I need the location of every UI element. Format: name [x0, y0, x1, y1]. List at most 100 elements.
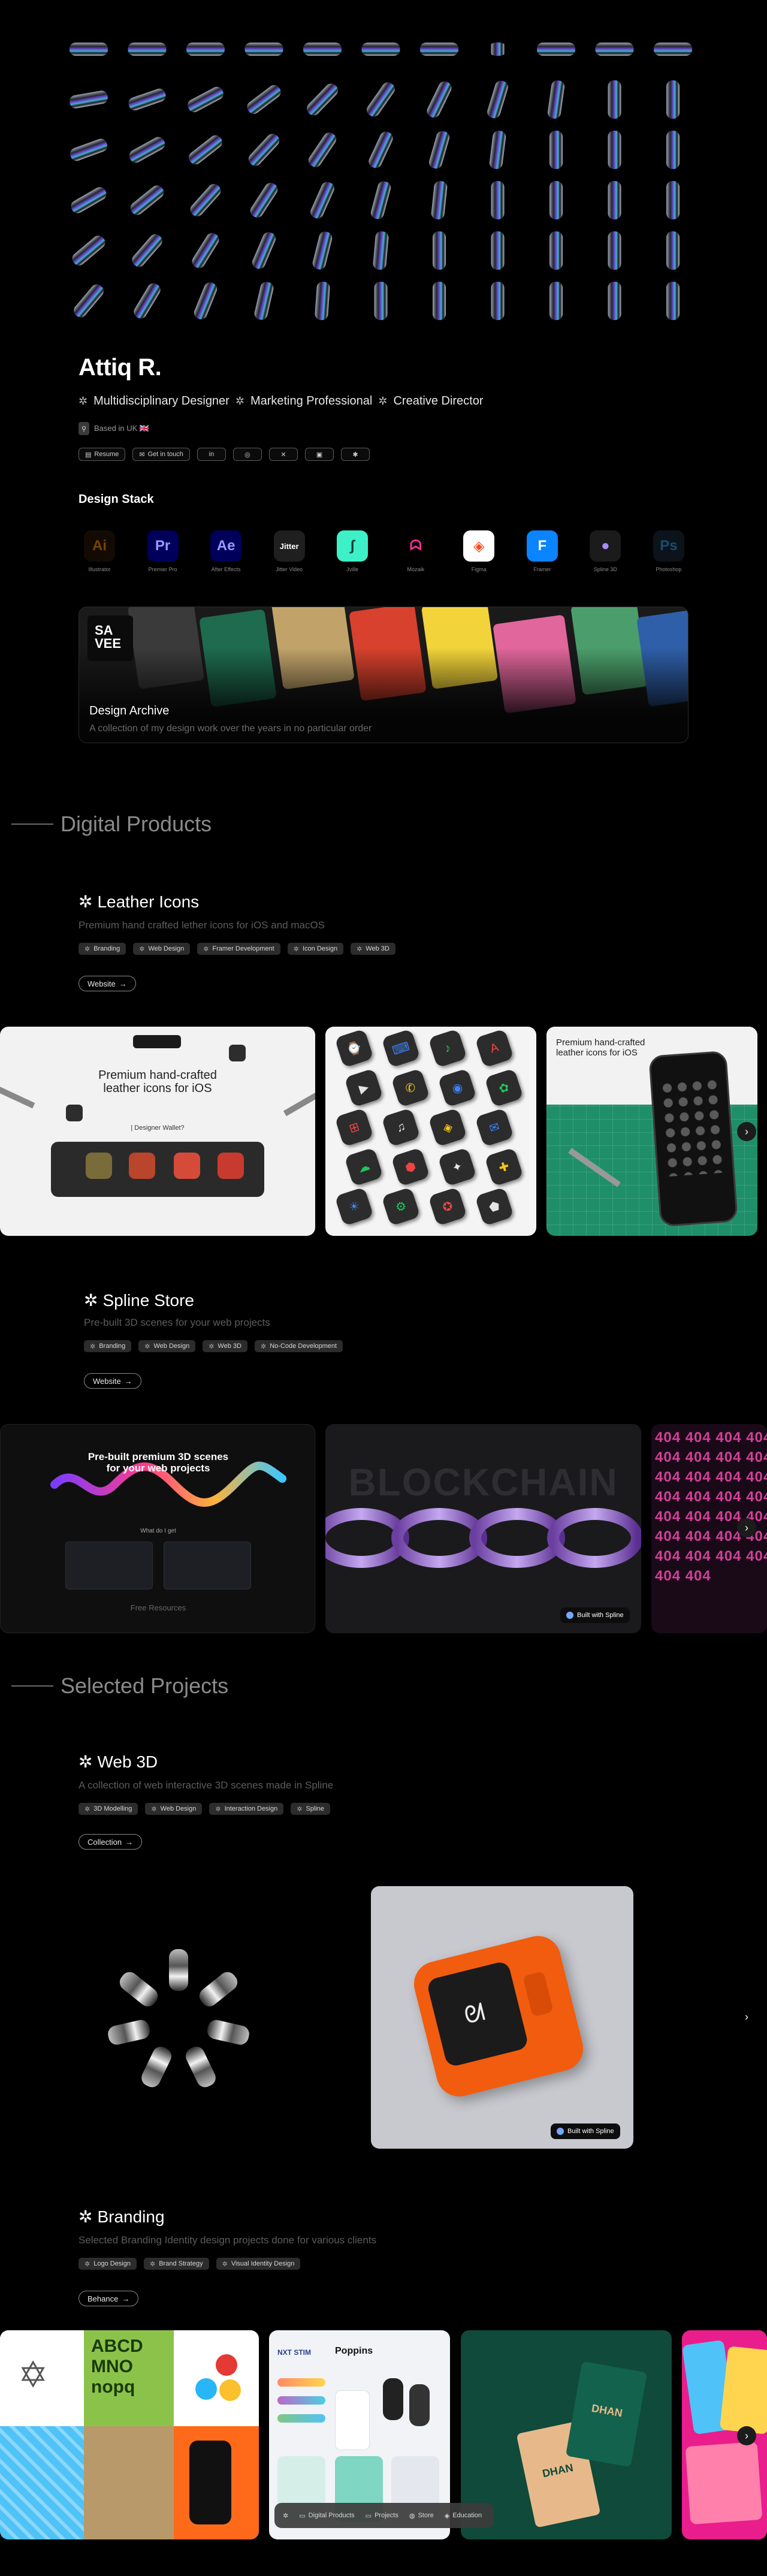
- stack-tool[interactable]: ◈ Figma: [458, 530, 500, 572]
- leather-card-3[interactable]: Premium hand-crafted leather icons for i…: [546, 1027, 757, 1236]
- built-with-spline-badge[interactable]: Built with Spline: [560, 1607, 630, 1623]
- tag: ✲ Web Design: [145, 1803, 203, 1815]
- leather-card-1[interactable]: Premium hand-crafted leather icons for i…: [0, 1027, 315, 1236]
- hero-tube: [666, 131, 680, 169]
- stack-tool-icon: Pr: [147, 530, 179, 562]
- hero-tube: [373, 231, 389, 270]
- nxt-stim-brand: NXT STIM: [277, 2348, 311, 2357]
- asterisk-icon: ✲: [203, 945, 209, 953]
- hero-tube: [189, 135, 222, 165]
- layers-icon: ▭: [299, 2512, 306, 2520]
- branding-letters: ABCD MNO nopq: [84, 2330, 174, 2426]
- hero-tube: [315, 281, 330, 321]
- stack-tool[interactable]: ᗣ Mozaik: [395, 530, 437, 572]
- stack-tool[interactable]: Ae After Effects: [205, 530, 247, 572]
- hero-tube: [248, 134, 280, 166]
- web3d-card-2[interactable]: ᘛ Built with Spline: [371, 1886, 633, 2149]
- spline-card-2[interactable]: BLOCKCHAIN Built with Spline: [325, 1424, 641, 1633]
- chevron-right-icon: ›: [745, 2010, 748, 2023]
- spline-card-1[interactable]: Pre-built premium 3D scenes for your web…: [0, 1424, 315, 1633]
- read-cv-button[interactable]: ▣: [304, 448, 334, 461]
- chrome-tube: [108, 2020, 150, 2045]
- asterisk-icon[interactable]: ✲: [283, 2512, 288, 2520]
- hero-tube: [549, 131, 563, 169]
- linkedin-button[interactable]: in: [197, 448, 226, 461]
- hero-tube: [303, 43, 342, 56]
- stack-tool-icon: F: [526, 530, 558, 562]
- asterisk-icon: ✲: [297, 1805, 303, 1813]
- hero-tube: [666, 282, 680, 320]
- web3d-next-button[interactable]: ›: [737, 2007, 756, 2026]
- phone-mockup: [189, 2441, 231, 2524]
- asterisk-icon: ✲: [78, 395, 88, 407]
- design-stack-title: Design Stack: [78, 493, 154, 506]
- stack-tool[interactable]: ∫ Jville: [331, 530, 373, 572]
- arrow-right-icon: →: [125, 1837, 134, 1847]
- stack-tool[interactable]: Pr Premier Pro: [142, 530, 184, 572]
- hero-tube: [428, 131, 450, 169]
- arrow-right-icon: →: [119, 979, 127, 988]
- get-in-touch-button[interactable]: ✉ Get in touch: [132, 448, 190, 461]
- tag: ✲ No-Code Development: [254, 1340, 343, 1352]
- resume-button[interactable]: ▤ Resume: [78, 448, 126, 461]
- spline-logo-icon: [566, 1612, 573, 1619]
- asterisk-icon: ✲: [84, 945, 90, 953]
- hero-tube: [70, 43, 108, 56]
- stack-tool-label: Jitter Video: [276, 566, 303, 572]
- design-archive-card[interactable]: SA VEE Design Archive A collection of my …: [78, 607, 689, 743]
- leather-card-2[interactable]: ⌚ ⌨ ♪ A ▶ ✆ ◉ ✿ ⊞ ♫ ◈ ✉ ☁ ⬢ ✦ ✚ ☀ ⚙ ✪ ⬟: [325, 1027, 536, 1236]
- leather-website-button[interactable]: Website →: [78, 976, 136, 991]
- nav-digital-products[interactable]: ▭ Digital Products: [299, 2512, 354, 2520]
- stack-tool[interactable]: Jitter Jitter Video: [268, 530, 310, 572]
- asterisk-icon: ✲: [215, 1805, 221, 1813]
- chrome-tube: [169, 1949, 188, 1991]
- nav-store[interactable]: ◍ Store: [409, 2512, 434, 2520]
- hero-tube: [70, 138, 108, 161]
- branding-card-1[interactable]: ✡ ABCD MNO nopq: [0, 2330, 259, 2539]
- hero-tube: [427, 81, 452, 118]
- hero-tube: [244, 43, 283, 56]
- archive-subtitle: A collection of my design work over the …: [89, 723, 372, 734]
- chain-graphic: [325, 1508, 641, 1568]
- spline-website-button[interactable]: Website →: [84, 1373, 141, 1389]
- location-text: Based in UK 🇬🇧: [94, 424, 150, 433]
- design-stack: Ai Illustrator Pr Premier Pro Ae After Effect…: [78, 530, 690, 572]
- stack-tool[interactable]: ● Spline 3D: [584, 530, 626, 572]
- stack-tool-icon: ∫: [337, 530, 369, 562]
- nav-education[interactable]: ◈ Education: [445, 2512, 482, 2520]
- dribbble-button[interactable]: ✱: [340, 448, 370, 461]
- stack-tool-label: Jville: [346, 566, 359, 572]
- leather-next-button[interactable]: ›: [737, 1122, 756, 1141]
- stack-tool[interactable]: Ps Photoshop: [648, 530, 690, 572]
- leather-app-icon: ✚: [484, 1147, 524, 1187]
- built-with-spline-badge[interactable]: Built with Spline: [551, 2123, 620, 2139]
- branding-next-button[interactable]: ›: [737, 2426, 756, 2445]
- spline-next-button[interactable]: ›: [737, 1518, 756, 1537]
- web3d-card-1[interactable]: [0, 1886, 360, 2149]
- chevron-right-icon: ›: [745, 1125, 748, 1138]
- leather-app-icon: ▶: [344, 1068, 384, 1108]
- stack-tool-icon: ●: [590, 530, 621, 562]
- stack-tool-icon: ᗣ: [400, 530, 431, 562]
- spline-card1-footer: Free Resources: [130, 1603, 186, 1612]
- web3d-tags: ✲ 3D Modelling ✲ Web Design ✲ Interaction Des…: [78, 1803, 331, 1815]
- hero-tube: [128, 88, 166, 111]
- branding-behance-button[interactable]: Behance →: [78, 2291, 139, 2306]
- x-button[interactable]: ✕: [268, 448, 298, 461]
- stack-tool[interactable]: Ai Illustrator: [78, 530, 120, 572]
- stack-tool[interactable]: F Framer: [521, 530, 563, 572]
- hero-tube: [192, 233, 219, 269]
- nav-projects[interactable]: ▭ Projects: [366, 2512, 398, 2520]
- leather-app-icon: ♪: [428, 1028, 467, 1068]
- instagram-button[interactable]: ◎: [232, 448, 262, 461]
- cap-icon: ◈: [444, 2512, 450, 2520]
- tag: ✲ Interaction Design: [209, 1803, 284, 1815]
- location-avatar-icon: ⚲: [78, 422, 89, 435]
- hero-tube: [433, 231, 446, 270]
- tag: ✲ Icon Design: [287, 943, 344, 955]
- stack-tool-label: After Effects: [211, 566, 241, 572]
- web3d-collection-button[interactable]: Collection →: [78, 1834, 143, 1850]
- hero-tube: [254, 282, 274, 320]
- asterisk-icon: ✲: [150, 2260, 156, 2268]
- tag: ✲ Visual Identity Design: [216, 2258, 301, 2270]
